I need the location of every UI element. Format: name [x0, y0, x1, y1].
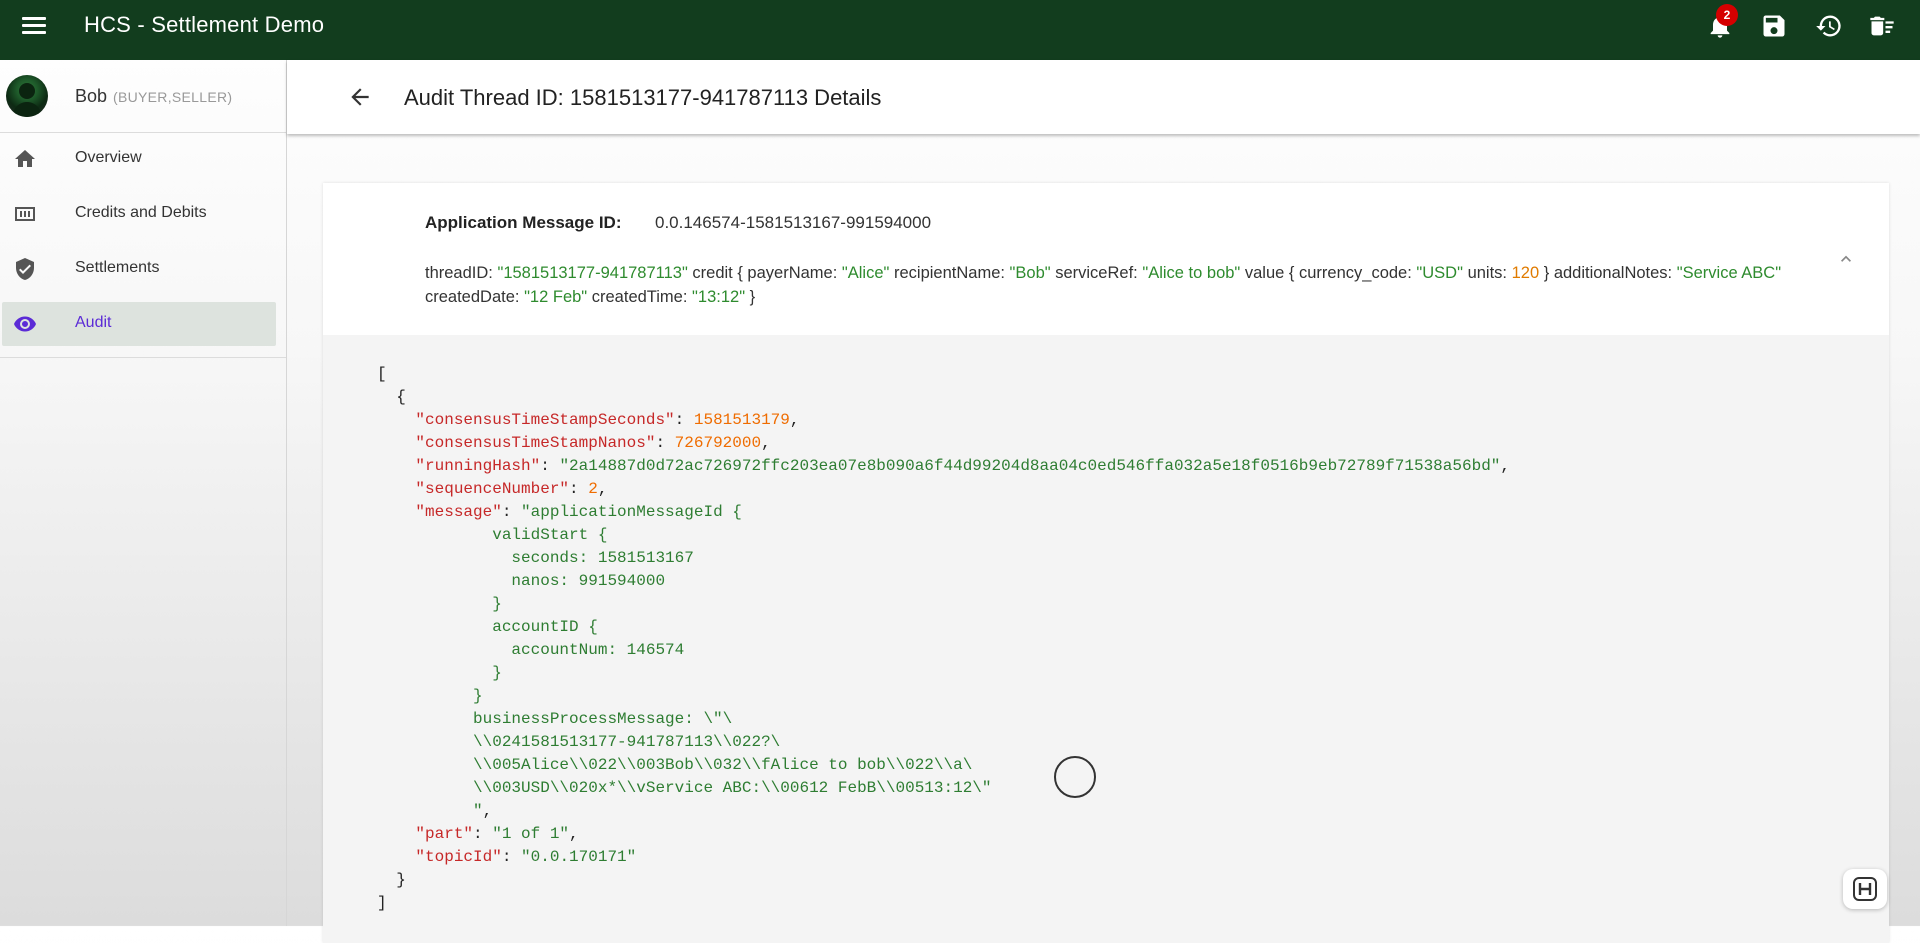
- user-roles: (BUYER,SELLER): [113, 89, 233, 105]
- page-header: Audit Thread ID: 1581513177-941787113 De…: [287, 60, 1920, 134]
- message-id-value: 0.0.146574-1581513167-991594000: [655, 213, 932, 232]
- message-id-label: Application Message ID:: [425, 213, 622, 232]
- sidebar-item-label: Overview: [75, 149, 142, 166]
- sidebar-item-label: Settlements: [75, 259, 160, 276]
- app-bar: HCS - Settlement Demo 2: [0, 0, 1920, 60]
- sidebar-item-settlements[interactable]: Settlements: [2, 247, 276, 291]
- page-title: Audit Thread ID: 1581513177-941787113 De…: [404, 85, 882, 110]
- verified-shield-icon: [16, 258, 34, 280]
- chevron-up-icon[interactable]: [1836, 249, 1856, 269]
- app-title: HCS - Settlement Demo: [84, 12, 325, 37]
- avatar[interactable]: [6, 75, 48, 117]
- sidebar-divider: [0, 132, 286, 133]
- eye-icon: [14, 316, 36, 332]
- sidebar-item-credits-and-debits[interactable]: Credits and Debits: [2, 192, 276, 236]
- mouse-cursor-indicator: [1054, 756, 1096, 798]
- help-button[interactable]: [1843, 869, 1887, 909]
- user-name: Bob: [75, 86, 108, 106]
- money-icon: [15, 207, 35, 221]
- history-icon[interactable]: [1815, 12, 1843, 40]
- sidebar-item-audit[interactable]: Audit: [2, 302, 276, 346]
- home-icon: [15, 150, 35, 167]
- sidebar-item-overview[interactable]: Overview: [2, 137, 276, 181]
- message-summary-panel[interactable]: Application Message ID: 0.0.146574-15815…: [323, 183, 1889, 335]
- h-letter-icon: [1853, 877, 1877, 901]
- notification-badge: 2: [1716, 4, 1738, 26]
- sidebar-divider: [0, 357, 286, 358]
- menu-icon[interactable]: [22, 13, 46, 37]
- save-icon[interactable]: [1760, 12, 1788, 40]
- user-profile: Bob (BUYER,SELLER): [0, 60, 286, 132]
- sidebar-item-label: Credits and Debits: [75, 204, 207, 221]
- user-silhouette-icon: [12, 83, 42, 117]
- sidebar-item-label: Audit: [75, 314, 112, 331]
- message-summary-text: threadID: "1581513177-941787113" credit …: [425, 264, 1782, 306]
- json-viewer: [ { "consensusTimeStampSeconds": 1581513…: [377, 365, 1510, 912]
- delete-sweep-icon[interactable]: [1868, 12, 1896, 40]
- back-arrow-icon[interactable]: [347, 84, 373, 110]
- audit-message-card: Application Message ID: 0.0.146574-15815…: [323, 183, 1889, 943]
- sidebar: Bob (BUYER,SELLER) Overview Credits and …: [0, 60, 287, 926]
